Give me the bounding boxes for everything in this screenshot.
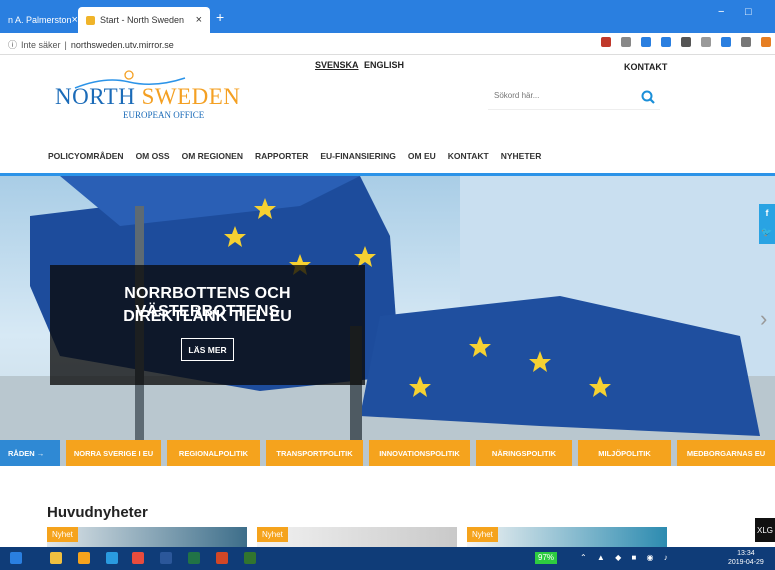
nav-item[interactable]: OM OSS	[136, 151, 170, 161]
clock[interactable]: 13:34 2019-04-29	[728, 549, 764, 567]
favicon-icon	[86, 15, 95, 25]
page: { "browser": { "tabs": [ {"label": "n A.…	[0, 0, 775, 570]
kontakt-link[interactable]: KONTAKT	[624, 62, 667, 72]
carousel-next-icon[interactable]: ›	[760, 306, 767, 332]
project-icon[interactable]	[244, 552, 256, 564]
logo-north: NORTH	[55, 84, 136, 109]
nav-item[interactable]: NYHETER	[501, 151, 542, 161]
nav-item[interactable]: OM REGIONEN	[182, 151, 243, 161]
topic-pill[interactable]: NÄRINGSPOLITIK	[476, 440, 572, 466]
windows-start-icon[interactable]	[10, 552, 22, 564]
search-box	[488, 86, 660, 110]
extension-icon[interactable]	[681, 37, 691, 47]
tab-label: n A. Palmerston	[8, 15, 72, 25]
news-tag: Nyhet	[467, 527, 498, 542]
tab-label: Start - North Sweden	[100, 15, 185, 25]
main-navigation: POLICYOMRÅDEN OM OSS OM REGIONEN RAPPORTER E…	[48, 151, 553, 161]
topic-pill[interactable]: MEDBORGARNAS EU	[677, 440, 775, 466]
battery-indicator[interactable]: 97%	[535, 552, 558, 564]
file-explorer-icon[interactable]	[50, 552, 62, 564]
clock-time: 13:34	[737, 550, 755, 557]
logo-sweden: SWEDEN	[141, 84, 241, 109]
logo-wordmark: NORTH SWEDEN	[55, 84, 240, 110]
browser-tab-bar: n A. Palmerston × Start - North Sweden ×…	[0, 0, 775, 33]
news-card[interactable]: Nyhet	[467, 527, 667, 547]
topic-pill[interactable]: NORRA SVERIGE I EU	[66, 440, 161, 466]
chrome-icon[interactable]	[132, 552, 144, 564]
divider: |	[64, 39, 67, 50]
url-text[interactable]: northsweden.utv.mirror.se	[71, 40, 174, 50]
extension-icon[interactable]	[701, 37, 711, 47]
tab-palmerston[interactable]: n A. Palmerston ×	[0, 7, 78, 33]
extension-icon[interactable]	[661, 37, 671, 47]
social-sidebar: f 🐦	[759, 204, 775, 244]
lang-english-link[interactable]: ENGLISH	[364, 60, 404, 70]
topic-pill[interactable]: MILJÖPOLITIK	[578, 440, 671, 466]
topic-pill[interactable]: TRANSPORTPOLITIK	[266, 440, 363, 466]
hero-banner: NORRBOTTENS OCH VÄSTERBOTTENS DIREKTLÄNK…	[0, 176, 775, 466]
extension-icons	[601, 37, 771, 47]
hero-caption: NORRBOTTENS OCH VÄSTERBOTTENS DIREKTLÄNK…	[50, 265, 365, 385]
topic-pill[interactable]: INNOVATIONSPOLITIK	[369, 440, 470, 466]
topic-policy-link[interactable]: RÅDEN →	[0, 440, 60, 466]
address-bar[interactable]: ⓘ Inte säker | northsweden.utv.mirror.se	[0, 33, 775, 55]
maximize-button[interactable]: □	[745, 6, 752, 18]
nav-item[interactable]: EU-FINANSIERING	[320, 151, 396, 161]
security-label: Inte säker	[21, 39, 61, 50]
topic-pill[interactable]: REGIONALPOLITIK	[167, 440, 260, 466]
topic-bar: RÅDEN → NORRA SVERIGE I EU REGIONALPOLITI…	[0, 440, 775, 466]
extension-icon[interactable]	[761, 37, 771, 47]
windows-taskbar: 97% ⌃ ▲ ◆ ■ ◉ ♪ 13:34 2019-04-29	[0, 547, 775, 570]
facebook-icon[interactable]: f	[759, 204, 775, 223]
powerpoint-icon[interactable]	[216, 552, 228, 564]
extension-icon[interactable]	[621, 37, 631, 47]
system-tray-icons[interactable]: ⌃ ▲ ◆ ■ ◉ ♪	[580, 553, 672, 562]
news-tag: Nyhet	[47, 527, 78, 542]
app-icon[interactable]	[78, 552, 90, 564]
lang-svenska-link[interactable]: SVENSKA	[315, 60, 359, 70]
tab-north-sweden[interactable]: Start - North Sweden ×	[78, 7, 210, 33]
extension-icon[interactable]	[641, 37, 651, 47]
nav-item[interactable]: POLICYOMRÅDEN	[48, 151, 124, 161]
twitter-icon[interactable]: 🐦	[759, 223, 775, 242]
news-tag: Nyhet	[257, 527, 288, 542]
nav-item[interactable]: KONTAKT	[448, 151, 489, 161]
edge-icon[interactable]	[106, 552, 118, 564]
minimize-button[interactable]: −	[718, 6, 724, 18]
hero-title-line2: DIREKTLÄNK TILL EU	[123, 308, 292, 325]
extension-icon[interactable]	[601, 37, 611, 47]
search-icon[interactable]	[640, 89, 656, 105]
excel-icon[interactable]	[188, 552, 200, 564]
search-input[interactable]	[494, 91, 624, 100]
new-tab-button[interactable]: +	[216, 9, 224, 25]
close-icon[interactable]: ×	[196, 14, 202, 26]
news-heading: Huvudnyheter	[47, 504, 148, 521]
nav-item[interactable]: RAPPORTER	[255, 151, 308, 161]
logo-subtitle: EUROPEAN OFFICE	[123, 110, 205, 120]
extension-icon[interactable]	[721, 37, 731, 47]
extension-icon[interactable]	[741, 37, 751, 47]
news-card[interactable]: Nyhet	[47, 527, 247, 547]
nav-item[interactable]: OM EU	[408, 151, 436, 161]
clock-date: 2019-04-29	[728, 559, 764, 566]
las-mer-button[interactable]: LÄS MER	[181, 338, 234, 361]
word-icon[interactable]	[160, 552, 172, 564]
xlg-badge[interactable]: XLG	[755, 518, 775, 542]
info-icon[interactable]: ⓘ	[8, 38, 17, 51]
north-sweden-logo[interactable]: NORTH SWEDEN EUROPEAN OFFICE	[55, 70, 240, 124]
news-card[interactable]: Nyhet	[257, 527, 457, 547]
